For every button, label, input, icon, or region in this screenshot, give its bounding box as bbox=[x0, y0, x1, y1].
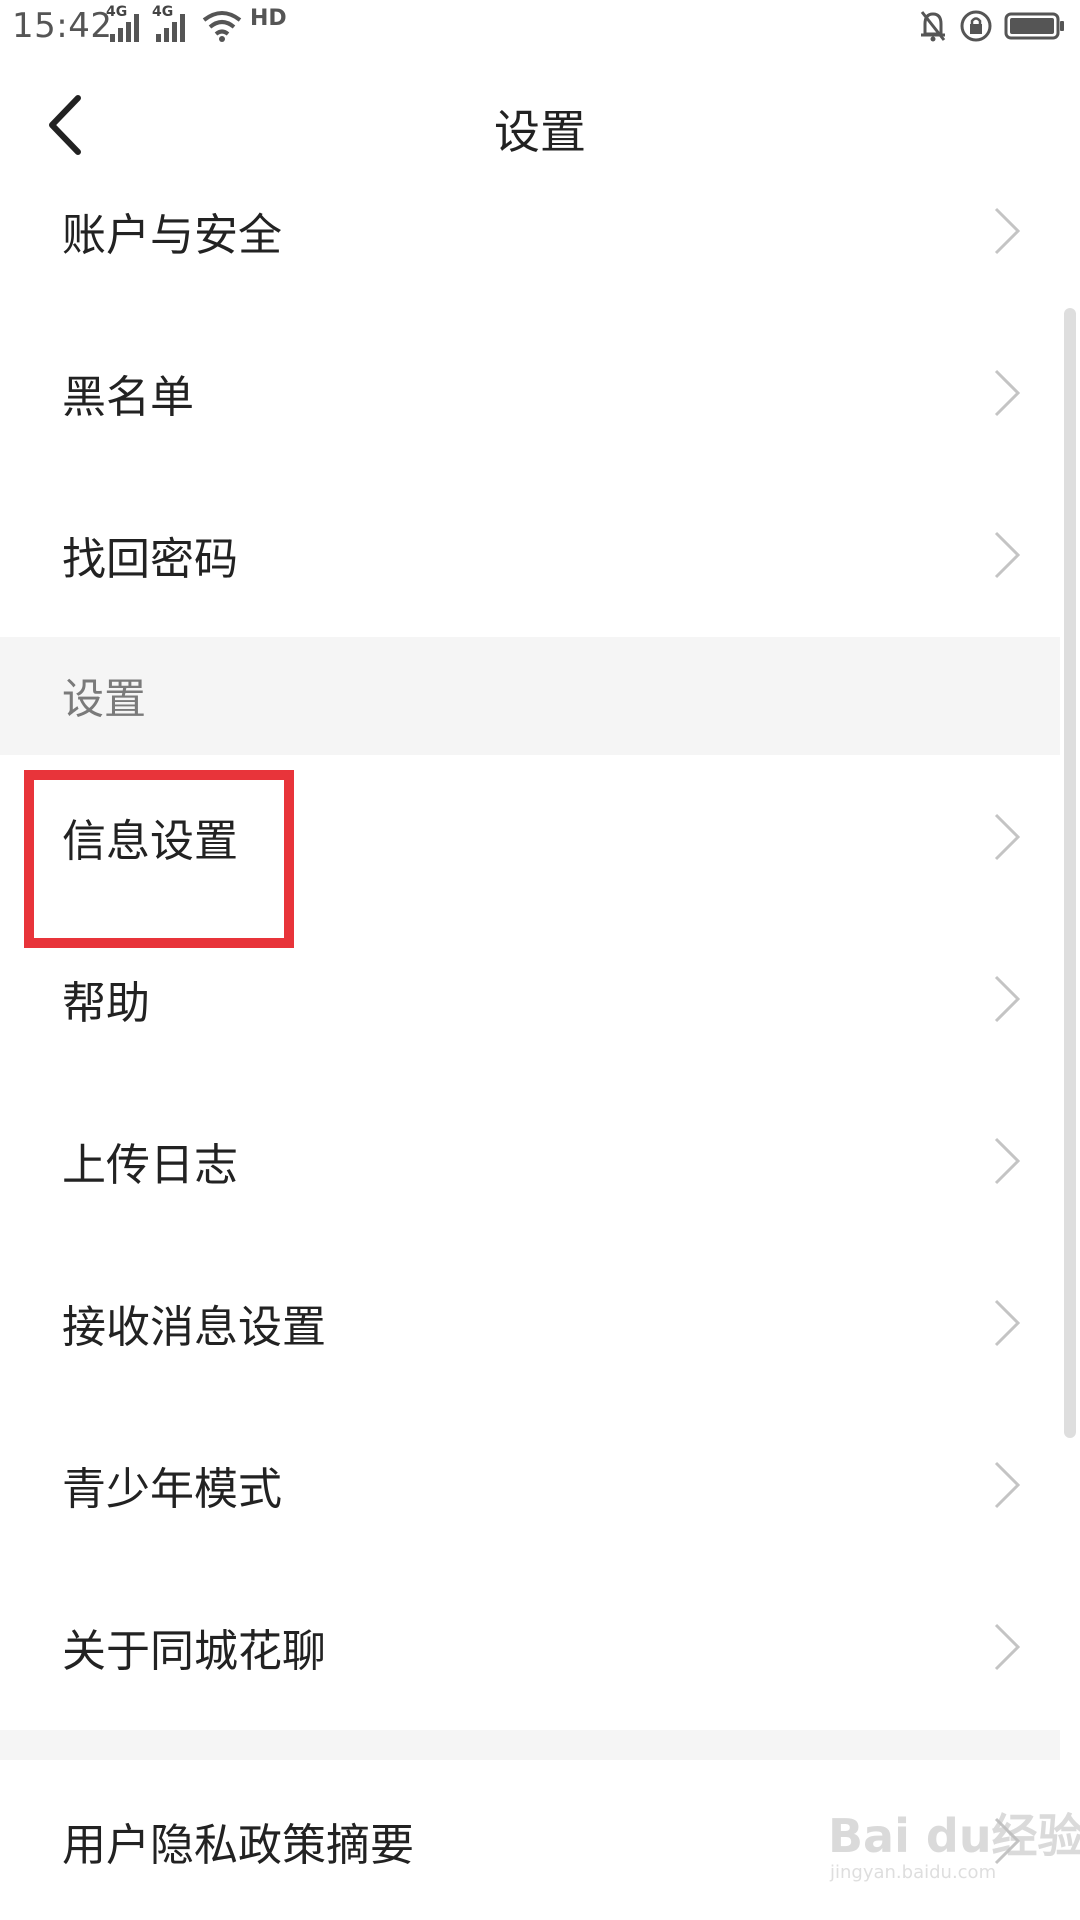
chevron-right-icon bbox=[994, 813, 1021, 861]
list-item[interactable]: 上传日志 bbox=[0, 1080, 1060, 1242]
list-item[interactable]: 黑名单 bbox=[0, 312, 1060, 474]
section-divider bbox=[0, 1730, 1060, 1760]
chevron-right-icon bbox=[994, 531, 1021, 579]
list-item-label: 用户隐私政策摘要 bbox=[62, 1820, 414, 1871]
list-item-label: 账户与安全 bbox=[62, 210, 282, 261]
list-item[interactable]: 找回密码 bbox=[0, 474, 1060, 636]
watermark-text: Bai du经验 bbox=[828, 1809, 1080, 1863]
chevron-right-icon bbox=[994, 1299, 1021, 1347]
chevron-right-icon bbox=[994, 207, 1021, 255]
list-item[interactable]: 关于同城花聊 bbox=[0, 1566, 1060, 1728]
list-item-label: 关于同城花聊 bbox=[62, 1626, 326, 1677]
signal-icon bbox=[110, 14, 139, 42]
list-item-label: 找回密码 bbox=[62, 534, 238, 585]
list-item[interactable]: 接收消息设置 bbox=[0, 1242, 1060, 1404]
chevron-right-icon bbox=[994, 1461, 1021, 1509]
list-item-label: 接收消息设置 bbox=[62, 1302, 326, 1353]
chevron-right-icon bbox=[994, 1623, 1021, 1671]
signal-icon bbox=[156, 14, 185, 42]
watermark-url: jingyan.baidu.com bbox=[830, 1862, 997, 1883]
section-header-label: 设置 bbox=[62, 674, 147, 724]
watermark-logo: Bai du经验 jingyan.baidu.com bbox=[828, 1800, 1080, 1900]
status-time: 15:42 bbox=[12, 6, 113, 46]
list-item-label: 帮助 bbox=[62, 978, 150, 1029]
chevron-right-icon bbox=[994, 975, 1021, 1023]
scrollbar[interactable] bbox=[1064, 308, 1076, 1438]
list-item-label: 黑名单 bbox=[62, 372, 194, 423]
list-item-label: 青少年模式 bbox=[62, 1464, 282, 1515]
chevron-right-icon bbox=[994, 369, 1021, 417]
list-item[interactable]: 青少年模式 bbox=[0, 1404, 1060, 1566]
highlight-annotation bbox=[24, 770, 294, 948]
list-item-label: 上传日志 bbox=[62, 1140, 238, 1191]
status-bar: 15:42 4G 4G HD bbox=[0, 0, 1080, 56]
list-item[interactable]: 账户与安全 bbox=[0, 150, 1060, 312]
hd-icon: HD bbox=[250, 6, 287, 31]
chevron-right-icon bbox=[994, 1137, 1021, 1185]
battery-icon bbox=[1004, 12, 1064, 40]
wifi-icon bbox=[202, 11, 242, 42]
bell-off-icon bbox=[920, 11, 946, 42]
section-header: 设置 bbox=[0, 637, 1060, 755]
rotation-lock-icon bbox=[960, 10, 992, 42]
